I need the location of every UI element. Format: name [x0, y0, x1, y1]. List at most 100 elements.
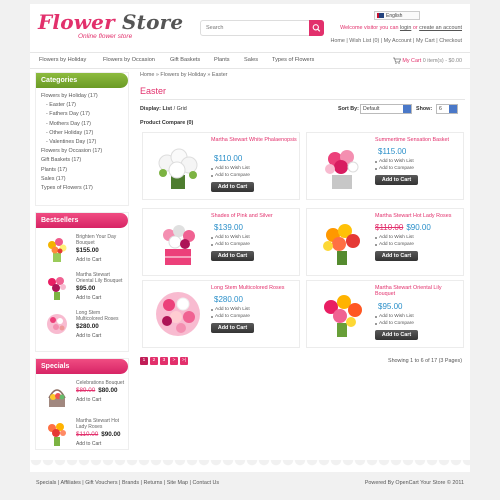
- footer-link-site-map[interactable]: Site Map: [167, 480, 188, 486]
- bestseller-add-to-cart[interactable]: Add to Cart: [76, 333, 101, 339]
- category-item[interactable]: - Fathers Day (17): [41, 110, 123, 119]
- login-link[interactable]: login: [400, 25, 411, 31]
- category-item[interactable]: - Easter (17): [41, 101, 123, 110]
- special-add-to-cart[interactable]: Add to Cart: [76, 441, 101, 447]
- display-grid-link[interactable]: Grid: [177, 106, 187, 112]
- product-name[interactable]: Martha Stewart White Phalaenopsis: [211, 137, 297, 143]
- category-item[interactable]: Sales (17): [41, 175, 123, 184]
- page-next[interactable]: >: [170, 357, 178, 365]
- product-name[interactable]: Martha Stewart Hot Lady Roses: [375, 213, 461, 219]
- product-name[interactable]: Summertime Sensation Basket: [375, 137, 461, 143]
- bestseller-name[interactable]: Martha Stewart Oriental Lily Bouquet: [76, 272, 128, 284]
- category-item[interactable]: Flowers by Occasion (17): [41, 147, 123, 156]
- product-image[interactable]: [149, 285, 207, 343]
- show-select[interactable]: 6: [436, 104, 458, 114]
- add-to-compare-link[interactable]: Add to Compare: [375, 242, 414, 247]
- top-links: Home | Wish List (0) | My Account | My C…: [330, 38, 463, 44]
- add-to-wishlist-link[interactable]: Add to Wish List: [211, 235, 250, 240]
- bestseller-add-to-cart[interactable]: Add to Cart: [76, 257, 101, 263]
- bestseller-item[interactable]: Martha Stewart Oriental Lily Bouquet $95…: [36, 270, 128, 308]
- logo-title: Flower Store: [38, 10, 184, 34]
- category-item[interactable]: Types of Flowers (17): [41, 184, 123, 193]
- bestseller-add-to-cart[interactable]: Add to Cart: [76, 295, 101, 301]
- bestseller-item[interactable]: Brighten Your Day Bouquet $155.00 Add to…: [36, 232, 128, 270]
- product-price: $115.00: [378, 147, 407, 156]
- product-image[interactable]: [149, 213, 207, 271]
- category-item[interactable]: Flowers by Holiday (17): [41, 92, 123, 101]
- toplink-wishlist[interactable]: Wish List (0): [349, 38, 379, 44]
- page-last[interactable]: >|: [180, 357, 188, 365]
- breadcrumb[interactable]: Home » Flowers by Holiday » Easter: [140, 72, 227, 78]
- sort-select[interactable]: Default: [360, 104, 412, 114]
- category-item[interactable]: - Valentines Day (17): [41, 138, 123, 147]
- toplink-checkout[interactable]: Checkout: [439, 38, 462, 44]
- nav-gift-baskets[interactable]: Gift Baskets: [170, 57, 200, 63]
- category-item[interactable]: - Mothers Day (17): [41, 120, 123, 129]
- nav-flowers-by-occasion[interactable]: Flowers by Occasion: [103, 57, 155, 63]
- special-add-to-cart[interactable]: Add to Cart: [76, 397, 101, 403]
- product-name[interactable]: Long Stem Multicolored Roses: [211, 285, 297, 291]
- chevron-down-icon: [449, 105, 457, 113]
- footer-link-contact-us[interactable]: Contact Us: [192, 480, 219, 486]
- category-item[interactable]: Gift Baskets (17): [41, 156, 123, 165]
- toplink-cart[interactable]: My Cart: [416, 38, 435, 44]
- add-to-compare-link[interactable]: Add to Compare: [211, 242, 250, 247]
- product-price: $280.00: [214, 295, 243, 304]
- nav-types-of-flowers[interactable]: Types of Flowers: [272, 57, 314, 63]
- product-image[interactable]: [313, 213, 371, 271]
- bestseller-name[interactable]: Brighten Your Day Bouquet: [76, 234, 128, 246]
- page-link-1[interactable]: 1: [140, 357, 148, 365]
- add-to-cart-button[interactable]: Add to Cart: [375, 330, 418, 340]
- footer-link-returns[interactable]: Returns: [143, 480, 162, 486]
- add-to-wishlist-link[interactable]: Add to Wish List: [375, 159, 414, 164]
- add-to-compare-link[interactable]: Add to Compare: [375, 166, 414, 171]
- bestseller-name[interactable]: Long Stem Multicolored Roses: [76, 310, 128, 322]
- language-select[interactable]: English: [374, 11, 420, 20]
- add-to-cart-button[interactable]: Add to Cart: [211, 323, 254, 333]
- search-button[interactable]: [309, 20, 324, 36]
- page-link-3[interactable]: 3: [160, 357, 168, 365]
- add-to-wishlist-link[interactable]: Add to Wish List: [211, 307, 250, 312]
- product-image[interactable]: [149, 137, 207, 195]
- nav-sales[interactable]: Sales: [244, 57, 258, 63]
- add-to-compare-link[interactable]: Add to Compare: [375, 321, 414, 326]
- add-to-wishlist-link[interactable]: Add to Wish List: [375, 235, 414, 240]
- bestseller-item[interactable]: Long Stem Multicolored Roses $280.00 Add…: [36, 308, 128, 346]
- create-account-link[interactable]: create an account: [419, 25, 462, 31]
- product-name[interactable]: Martha Stewart Oriental Lily Bouquet: [375, 285, 461, 298]
- special-item[interactable]: Celebrations Bouquet $89.00 $80.00 Add to…: [36, 378, 128, 416]
- nav-flowers-by-holiday[interactable]: Flowers by Holiday: [39, 57, 86, 63]
- product-compare-link[interactable]: Product Compare (0): [140, 120, 193, 126]
- add-to-wishlist-link[interactable]: Add to Wish List: [211, 166, 250, 171]
- footer-link-specials[interactable]: Specials: [36, 480, 56, 486]
- logo[interactable]: Flower Store Online flower store: [38, 12, 183, 40]
- special-name[interactable]: Celebrations Bouquet: [76, 380, 128, 386]
- nav-plants[interactable]: Plants: [214, 57, 230, 63]
- special-item[interactable]: Martha Stewart Hot Lady Roses $110.00 $90…: [36, 416, 128, 454]
- add-to-cart-button[interactable]: Add to Cart: [375, 251, 418, 261]
- footer-link-gift-vouchers[interactable]: Gift Vouchers: [85, 480, 117, 486]
- special-name[interactable]: Martha Stewart Hot Lady Roses: [76, 418, 128, 430]
- add-to-compare-link[interactable]: Add to Compare: [211, 173, 250, 178]
- footer-link-brands[interactable]: Brands: [122, 480, 139, 486]
- add-to-wishlist-link[interactable]: Add to Wish List: [375, 314, 414, 319]
- toplink-home[interactable]: Home: [331, 38, 345, 44]
- add-to-cart-button[interactable]: Add to Cart: [211, 182, 254, 192]
- add-to-cart-button[interactable]: Add to Cart: [211, 251, 254, 261]
- product-name[interactable]: Shades of Pink and Silver: [211, 213, 297, 219]
- product-image[interactable]: [313, 285, 371, 343]
- search-input[interactable]: [201, 21, 301, 35]
- category-item[interactable]: Plants (17): [41, 166, 123, 175]
- page-link-2[interactable]: 2: [150, 357, 158, 365]
- footer-link-affiliates[interactable]: Affiliates: [61, 480, 81, 486]
- toplink-account[interactable]: My Account: [384, 38, 412, 44]
- cart-summary[interactable]: My Cart 0 item(s) - $0.00: [392, 57, 462, 64]
- divider: [140, 99, 465, 100]
- add-to-compare-link[interactable]: Add to Compare: [211, 314, 250, 319]
- display-list-link[interactable]: List: [162, 106, 172, 112]
- product-image: [48, 389, 66, 407]
- bestseller-price: $155.00: [76, 247, 99, 254]
- add-to-cart-button[interactable]: Add to Cart: [375, 175, 418, 185]
- product-image[interactable]: [313, 137, 371, 195]
- category-item[interactable]: - Other Holiday (17): [41, 129, 123, 138]
